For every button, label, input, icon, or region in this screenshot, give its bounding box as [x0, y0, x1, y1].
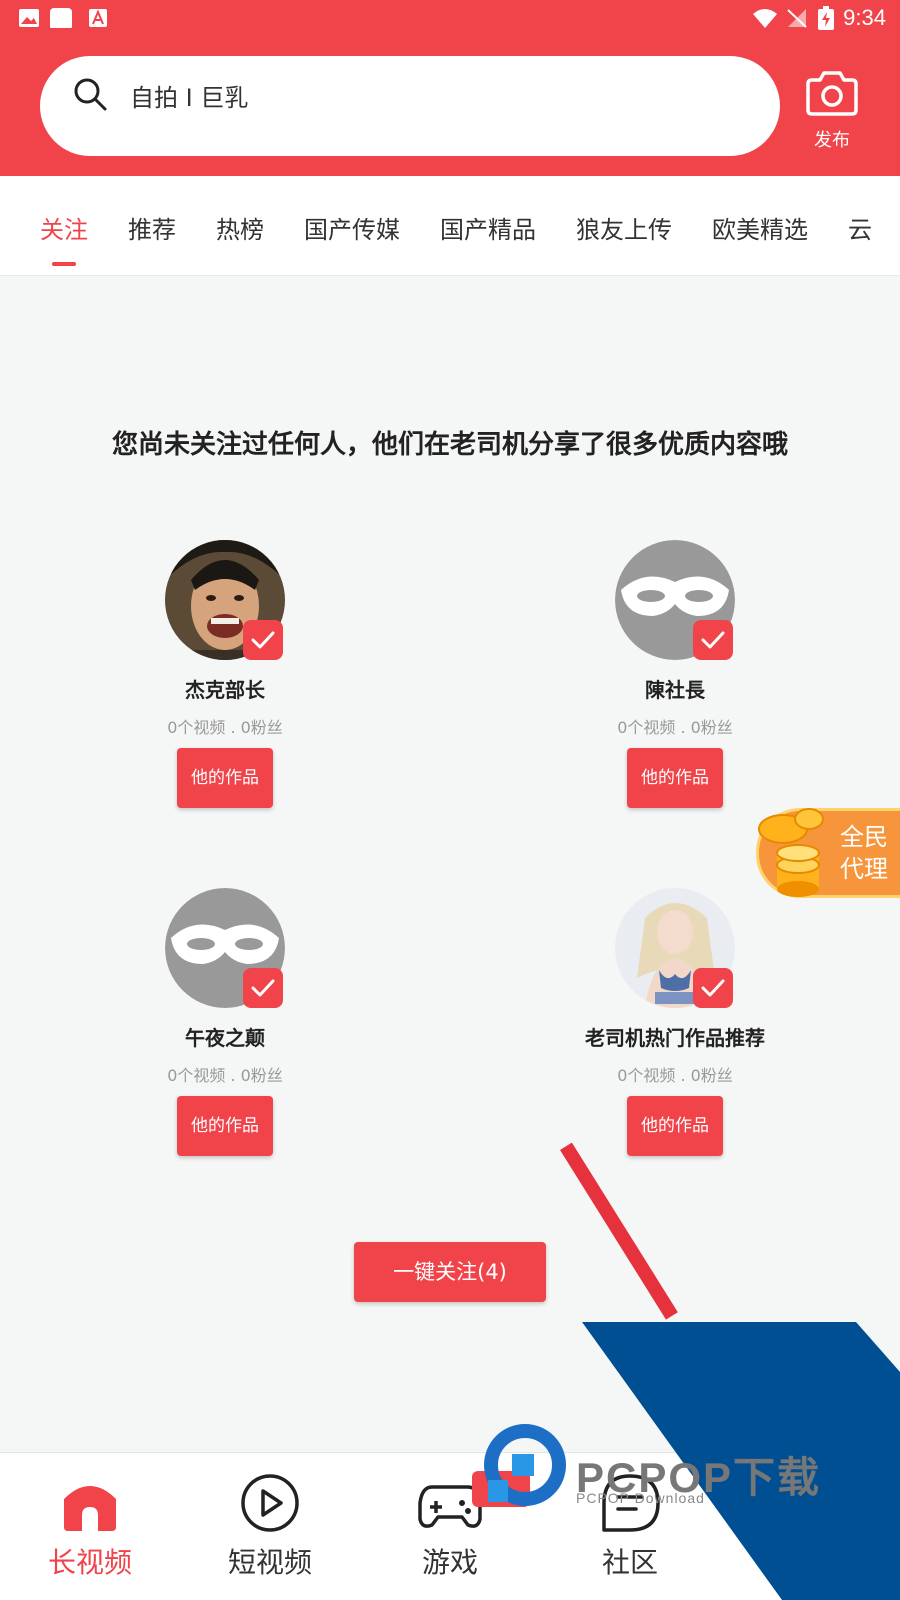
search-query: 自拍 I 巨乳: [130, 84, 249, 112]
app-header: 9:34 自拍 I 巨乳 发布: [0, 0, 900, 176]
user-stats: 0个视频 . 0粉丝: [167, 1066, 283, 1085]
watermark-stripe: [560, 1142, 678, 1320]
category-tabs: 关注 推荐 热榜 国产传媒 国产精品 狼友上传 欧美精选 云: [0, 176, 900, 276]
image-icon: [19, 9, 39, 27]
battery-charging-icon: [818, 6, 834, 30]
tab-recommend[interactable]: 推荐: [128, 210, 176, 245]
agent-promo-label: 全民代理: [840, 823, 888, 883]
followed-check-icon[interactable]: [693, 620, 733, 660]
tab-hot[interactable]: 热榜: [216, 210, 264, 245]
font-app-icon: [89, 9, 107, 27]
user-name: 杰克部长: [185, 678, 265, 702]
user-card: 午夜之颠 0个视频 . 0粉丝 他的作品: [75, 888, 375, 1158]
user-stats: 0个视频 . 0粉丝: [167, 718, 283, 737]
user-name: 老司机热门作品推荐: [585, 1026, 765, 1050]
user-card: 老司机热门作品推荐 0个视频 . 0粉丝 他的作品: [525, 888, 825, 1158]
view-works-button[interactable]: 他的作品: [177, 748, 273, 808]
user-name: 午夜之颠: [185, 1026, 265, 1050]
nav-label: 社区: [601, 1546, 658, 1579]
nav-games[interactable]: 送 游戏: [360, 1453, 540, 1600]
followed-check-icon[interactable]: [693, 968, 733, 1008]
publish-label: 发布: [814, 130, 850, 151]
nav-label: 短视频: [227, 1546, 312, 1579]
tab-user-uploads[interactable]: 狼友上传: [576, 210, 672, 245]
status-time: 9:34: [843, 5, 886, 30]
active-tab-indicator: [52, 262, 76, 266]
user-stats: 0个视频 . 0粉丝: [617, 1066, 733, 1085]
home-icon: [64, 1486, 116, 1531]
nav-label: 长视频: [47, 1546, 132, 1579]
tab-domestic-picks[interactable]: 国产精品: [440, 210, 536, 245]
nav-label: 游戏: [421, 1546, 478, 1579]
agent-promo-badge[interactable]: 全民代理: [756, 808, 900, 898]
tab-cloud[interactable]: 云: [848, 210, 872, 245]
user-stats: 0个视频 . 0粉丝: [617, 718, 733, 737]
view-works-button[interactable]: 他的作品: [627, 1096, 723, 1156]
publish-button[interactable]: 发布: [800, 70, 864, 151]
followed-check-icon[interactable]: [243, 620, 283, 660]
camera-icon: [806, 71, 858, 116]
no-signal-icon: [787, 9, 807, 28]
tab-western-picks[interactable]: 欧美精选: [712, 210, 808, 245]
gold-coins-icon: [758, 808, 824, 897]
user-card: 杰克部长 0个视频 . 0粉丝 他的作品: [75, 540, 375, 810]
watermark-subtext: PCPOP Download: [576, 1490, 705, 1506]
wifi-icon: [753, 9, 777, 28]
tab-domestic-media[interactable]: 国产传媒: [304, 210, 400, 245]
follow-all-button[interactable]: 一键关注(4): [354, 1242, 546, 1302]
followed-check-icon[interactable]: [243, 968, 283, 1008]
nav-long-video[interactable]: 长视频: [0, 1453, 180, 1600]
nav-badge: 送: [472, 1471, 530, 1507]
search-bar[interactable]: 自拍 I 巨乳: [40, 56, 780, 156]
status-bar: 9:34: [0, 0, 900, 36]
view-works-button[interactable]: 他的作品: [627, 748, 723, 808]
play-circle-icon: [241, 1474, 299, 1532]
search-icon: [74, 78, 107, 111]
nav-short-video[interactable]: 短视频: [180, 1453, 360, 1600]
tab-follow[interactable]: 关注: [40, 210, 88, 245]
user-card: 陳社長 0个视频 . 0粉丝 他的作品: [525, 540, 825, 810]
view-works-button[interactable]: 他的作品: [177, 1096, 273, 1156]
empty-follow-message: 您尚未关注过任何人，他们在老司机分享了很多优质内容哦: [111, 430, 788, 460]
square-app-icon: [50, 8, 72, 28]
user-name: 陳社長: [645, 678, 705, 702]
